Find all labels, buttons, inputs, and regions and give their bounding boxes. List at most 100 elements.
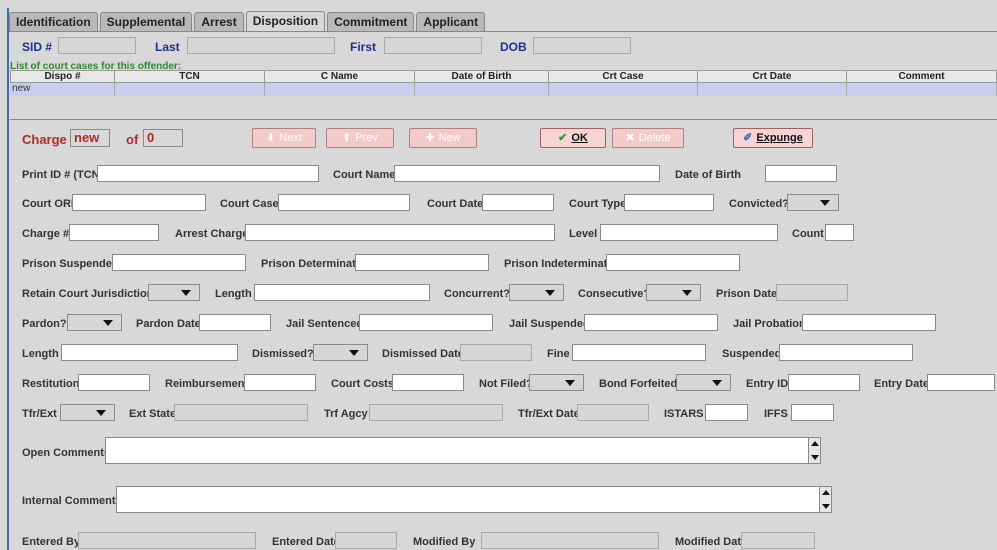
tab-arrest[interactable]: Arrest <box>194 12 244 31</box>
jail-suspended-input[interactable] <box>584 314 718 331</box>
entry-id-label: Entry ID <box>746 378 789 390</box>
prison-determinate-label: Prison Determinate <box>261 258 362 270</box>
pardon-date-input[interactable] <box>199 314 271 331</box>
charge-no-input[interactable] <box>69 224 159 241</box>
delete-x-icon: ✖ <box>625 132 635 144</box>
tab-supplemental[interactable]: Supplemental <box>99 12 193 31</box>
entry-id-input[interactable] <box>788 374 860 391</box>
suspended-label: Suspended <box>722 348 782 360</box>
col-cname[interactable]: C Name <box>265 70 415 83</box>
retain-court-select[interactable] <box>148 284 200 301</box>
entry-date-input[interactable] <box>927 374 995 391</box>
cell-crt-case <box>549 83 698 97</box>
scroll-down-icon[interactable] <box>822 504 830 509</box>
cell-dispo: new <box>10 83 115 97</box>
print-id-label: Print ID # (TCN) <box>22 169 104 181</box>
col-crt-case[interactable]: Crt Case <box>549 70 698 83</box>
court-type-label: Court Type <box>569 198 627 210</box>
open-comments-textarea[interactable] <box>105 437 821 464</box>
col-dispo[interactable]: Dispo # <box>10 70 115 83</box>
pardon-select[interactable] <box>67 314 122 331</box>
court-costs-label: Court Costs <box>331 378 394 390</box>
internal-comments-scrollbar[interactable] <box>819 487 831 512</box>
prev-button[interactable]: ⬆ Prev <box>326 128 394 148</box>
restitution-input[interactable] <box>78 374 150 391</box>
fine-label: Fine <box>547 348 570 360</box>
open-comments-scrollbar[interactable] <box>808 438 820 463</box>
prison-determinate-input[interactable] <box>355 254 489 271</box>
tfr-ext-date-field <box>577 404 649 421</box>
bond-forfeited-select[interactable] <box>676 374 731 391</box>
last-label: Last <box>155 40 180 54</box>
court-case-input[interactable] <box>278 194 410 211</box>
iffs-input[interactable] <box>791 404 834 421</box>
scroll-down-icon[interactable] <box>811 455 819 460</box>
col-tcn[interactable]: TCN <box>115 70 265 83</box>
court-date-input[interactable] <box>482 194 554 211</box>
istars-input[interactable] <box>705 404 748 421</box>
dismissed-select[interactable] <box>313 344 368 361</box>
modified-date-label: Modified Date <box>675 536 748 548</box>
ok-button[interactable]: ✔ OK <box>540 128 606 148</box>
jail-probation-input[interactable] <box>802 314 936 331</box>
arrest-charge-input[interactable] <box>245 224 555 241</box>
concurrent-select[interactable] <box>509 284 564 301</box>
fine-input[interactable] <box>572 344 706 361</box>
date-of-birth-input[interactable] <box>765 165 837 182</box>
up-arrow-icon: ⬆ <box>342 132 352 144</box>
convicted-label: Convicted? <box>729 198 789 210</box>
tab-commitment[interactable]: Commitment <box>327 12 415 31</box>
entered-by-label: Entered By <box>22 536 81 548</box>
col-comment[interactable]: Comment <box>847 70 997 83</box>
tab-identification[interactable]: Identification <box>9 12 98 31</box>
court-costs-input[interactable] <box>392 374 464 391</box>
dismissed-date-label: Dismissed Date <box>382 348 464 360</box>
court-type-input[interactable] <box>624 194 714 211</box>
tab-applicant[interactable]: Applicant <box>416 12 486 31</box>
prison-indeterminate-input[interactable] <box>606 254 740 271</box>
iffs-label: IFFS <box>764 408 788 420</box>
tfr-ext-date-label: Tfr/Ext Date <box>518 408 580 420</box>
expunge-button-label: Expunge <box>756 132 803 144</box>
length-input[interactable] <box>254 284 430 301</box>
court-name-input[interactable] <box>394 165 660 182</box>
suspended-input[interactable] <box>779 344 913 361</box>
entered-date-label: Entered Date <box>272 536 340 548</box>
scroll-up-icon[interactable] <box>811 441 819 446</box>
new-button[interactable]: ✚ New <box>409 128 477 148</box>
jail-sentenced-input[interactable] <box>359 314 493 331</box>
check-icon: ✔ <box>558 132 568 144</box>
count-input[interactable] <box>825 224 854 241</box>
col-crt-date[interactable]: Crt Date <box>698 70 847 83</box>
ext-state-field <box>174 404 308 421</box>
tab-disposition[interactable]: Disposition <box>245 11 326 32</box>
col-dob[interactable]: Date of Birth <box>415 70 549 83</box>
not-filed-select[interactable] <box>529 374 584 391</box>
court-name-label: Court Name <box>333 169 396 181</box>
scroll-up-icon[interactable] <box>822 490 830 495</box>
length2-input[interactable] <box>61 344 238 361</box>
arrest-charge-label: Arrest Charge <box>175 228 249 240</box>
sid-field <box>58 37 136 54</box>
tfr-ext-select[interactable] <box>60 404 115 421</box>
prison-suspended-input[interactable] <box>112 254 246 271</box>
pardon-date-label: Pardon Date <box>136 318 201 330</box>
delete-button[interactable]: ✖ Delete <box>612 128 684 148</box>
modified-by-field <box>481 532 659 549</box>
reimbursement-input[interactable] <box>244 374 316 391</box>
chevron-down-icon <box>349 350 359 356</box>
consecutive-select[interactable] <box>646 284 701 301</box>
jail-probation-label: Jail Probation <box>733 318 806 330</box>
sid-label: SID # <box>22 40 53 54</box>
expunge-button[interactable]: ✐ Expunge <box>733 128 813 148</box>
table-row[interactable]: new <box>10 83 997 97</box>
convicted-select[interactable] <box>787 194 839 211</box>
length-label: Length <box>215 288 252 300</box>
level-input[interactable] <box>600 224 778 241</box>
modified-by-label: Modified By <box>413 536 476 548</box>
next-button[interactable]: ⬇ Next <box>252 128 316 148</box>
internal-comments-textarea[interactable] <box>116 486 832 513</box>
chevron-down-icon <box>103 320 113 326</box>
court-ori-input[interactable] <box>72 194 206 211</box>
print-id-input[interactable] <box>97 165 319 182</box>
